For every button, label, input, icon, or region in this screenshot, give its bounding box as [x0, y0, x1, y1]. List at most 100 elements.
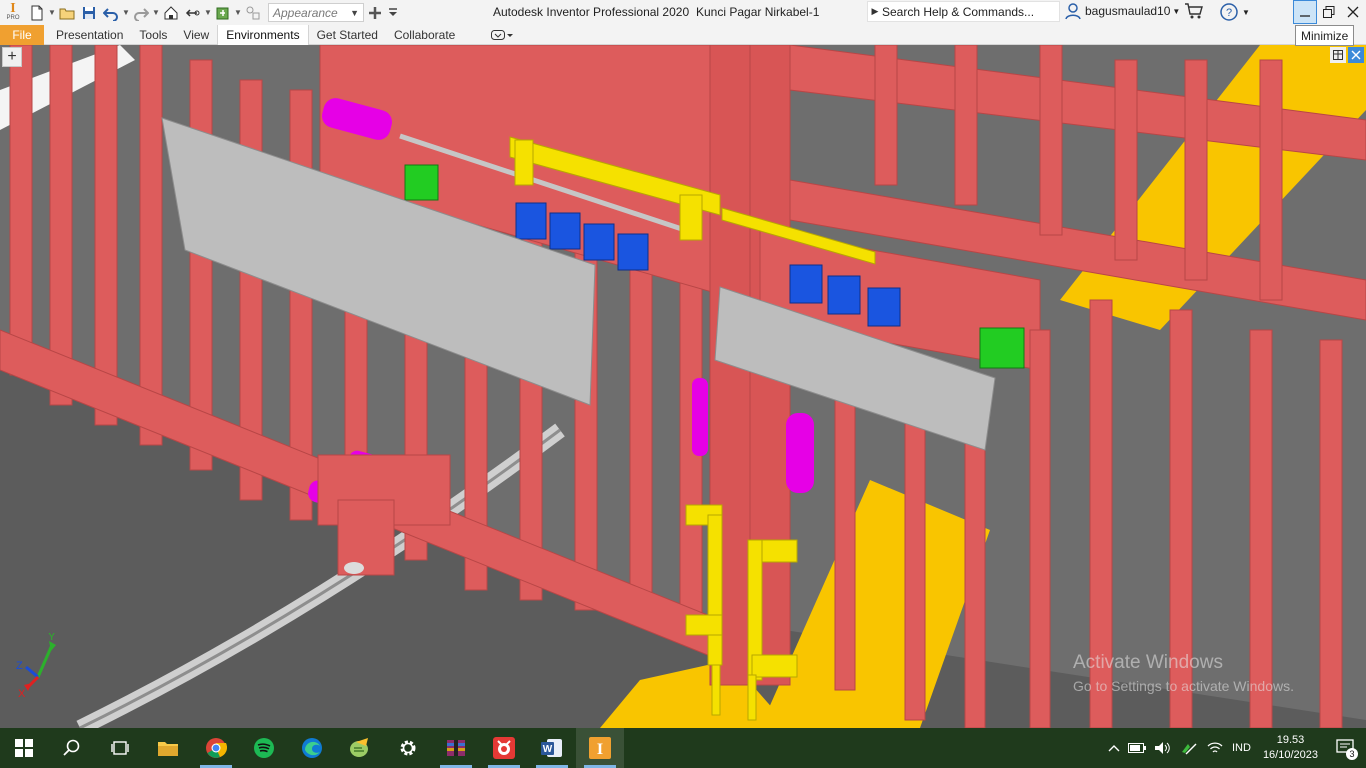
notification-count-badge: 3 — [1346, 748, 1358, 760]
tile-icon — [1333, 50, 1343, 60]
user-dropdown-caret: ▼ — [1172, 6, 1181, 16]
help-dropdown-caret: ▼ — [1242, 7, 1250, 17]
open-folder-icon[interactable] — [56, 2, 78, 24]
select-filter-icon[interactable] — [242, 2, 264, 24]
close-icon — [1347, 6, 1359, 18]
clock[interactable]: 19.53 16/10/2023 — [1255, 728, 1326, 768]
clock-date: 16/10/2023 — [1262, 749, 1318, 761]
notepad-plus-plus-icon — [350, 738, 368, 757]
inventor-taskbar-button[interactable]: I — [576, 728, 624, 768]
minimize-button[interactable] — [1293, 0, 1317, 24]
ribbon-options-button[interactable] — [483, 25, 521, 45]
view-close-button[interactable] — [1348, 47, 1364, 63]
undo-icon[interactable] — [100, 2, 122, 24]
gear-icon — [400, 740, 416, 756]
close-window-button[interactable] — [1341, 0, 1365, 24]
green-check-icon — [1181, 743, 1197, 755]
green-module-right — [979, 327, 1025, 369]
battery-button[interactable] — [1124, 728, 1150, 768]
folder-icon — [158, 742, 178, 756]
return-icon[interactable] — [182, 2, 204, 24]
wifi-icon — [1207, 742, 1223, 753]
wifi-button[interactable] — [1202, 728, 1228, 768]
notifications-button[interactable]: 3 — [1326, 728, 1366, 768]
app-title: Autodesk Inventor Professional 2020 — [493, 5, 690, 19]
settings-button[interactable] — [384, 728, 432, 768]
graphics-viewport[interactable]: + Y Z X Activate Windows Go to Settings … — [0, 45, 1366, 728]
show-hidden-icons-button[interactable] — [1104, 728, 1124, 768]
appearance-dropdown[interactable]: Appearance ▼ — [268, 3, 364, 22]
winrar-button[interactable] — [432, 728, 480, 768]
tab-tools[interactable]: Tools — [131, 25, 175, 45]
help-menu[interactable]: ? ▼ — [1219, 2, 1250, 22]
winrar-icon — [447, 740, 465, 756]
undo-dropdown-caret[interactable]: ▼ — [122, 8, 130, 17]
start-button[interactable] — [0, 728, 48, 768]
triad-z-label: Z — [16, 660, 23, 672]
view-tile-button[interactable] — [1330, 47, 1346, 63]
restore-button[interactable] — [1317, 0, 1341, 24]
coordinate-triad: Y Z X — [14, 631, 64, 704]
autodesk-app-store-cart-icon[interactable] — [1184, 2, 1204, 23]
edge-button[interactable] — [288, 728, 336, 768]
gate-3d-model — [0, 45, 1366, 728]
window-controls — [1293, 0, 1365, 24]
chrome-icon — [206, 738, 227, 758]
inventor-logo[interactable]: I PRO — [0, 0, 26, 25]
redo-icon[interactable] — [130, 2, 152, 24]
inventor-icon: I — [589, 737, 611, 759]
ribbon-toggle-icon — [491, 30, 514, 40]
chrome-button[interactable] — [192, 728, 240, 768]
view-window-controls — [1330, 47, 1364, 63]
close-view-icon — [1351, 50, 1361, 60]
ribbon-tabs: File Presentation Tools View Environment… — [0, 25, 1366, 45]
tab-get-started[interactable]: Get Started — [309, 25, 386, 45]
tab-file[interactable]: File — [0, 25, 44, 45]
return-dropdown-caret[interactable]: ▼ — [204, 8, 212, 17]
activate-windows-watermark: Activate Windows Go to Settings to activ… — [1073, 652, 1294, 694]
logo-letter: I — [10, 1, 16, 16]
spotify-icon — [254, 738, 274, 758]
word-button[interactable]: W — [528, 728, 576, 768]
taskbar-search-button[interactable] — [48, 728, 96, 768]
update-check-button[interactable] — [1176, 728, 1202, 768]
svg-text:I: I — [597, 741, 603, 758]
triad-y-label: Y — [48, 633, 56, 643]
windows-logo-icon — [15, 739, 33, 757]
user-account[interactable]: bagusmaulad10 ▼ — [1064, 2, 1180, 20]
spotify-button[interactable] — [240, 728, 288, 768]
task-view-button[interactable] — [96, 728, 144, 768]
file-explorer-button[interactable] — [144, 728, 192, 768]
watermark-line2: Go to Settings to activate Windows. — [1073, 678, 1294, 694]
redo-dropdown-caret[interactable]: ▼ — [152, 8, 160, 17]
battery-icon — [1127, 743, 1146, 753]
tab-collaborate[interactable]: Collaborate — [386, 25, 463, 45]
tab-presentation[interactable]: Presentation — [48, 25, 131, 45]
volume-button[interactable] — [1150, 728, 1176, 768]
input-language-button[interactable]: IND — [1228, 728, 1255, 768]
red-app-button[interactable] — [480, 728, 528, 768]
search-expand-arrow-icon[interactable]: ▶ — [868, 6, 882, 17]
update-icon[interactable] — [212, 2, 234, 24]
update-dropdown-caret[interactable]: ▼ — [234, 8, 242, 17]
watermark-line1: Activate Windows — [1073, 652, 1223, 673]
home-icon[interactable] — [160, 2, 182, 24]
new-file-icon[interactable] — [26, 2, 48, 24]
svg-text:W: W — [543, 744, 553, 755]
svg-text:?: ? — [1226, 7, 1232, 19]
speaker-icon — [1154, 742, 1170, 754]
notepad-plus-plus-button[interactable] — [336, 728, 384, 768]
minimize-icon — [1300, 15, 1310, 17]
new-dropdown-caret[interactable]: ▼ — [48, 8, 56, 17]
quick-access-toolbar: ▼ ▼ ▼ ▼ ▼ Appearance ▼ — [26, 0, 400, 25]
minimize-tooltip: Minimize — [1295, 25, 1355, 46]
plus-icon[interactable] — [364, 2, 386, 24]
search-icon — [63, 739, 80, 756]
tab-view[interactable]: View — [175, 25, 217, 45]
tab-environments[interactable]: Environments — [217, 25, 309, 45]
new-tab-button[interactable]: + — [2, 47, 22, 67]
search-help-input[interactable]: ▶ Search Help & Commands... — [867, 1, 1060, 22]
save-icon[interactable] — [78, 2, 100, 24]
edge-icon — [302, 738, 322, 758]
customize-qat-icon[interactable] — [386, 2, 400, 24]
